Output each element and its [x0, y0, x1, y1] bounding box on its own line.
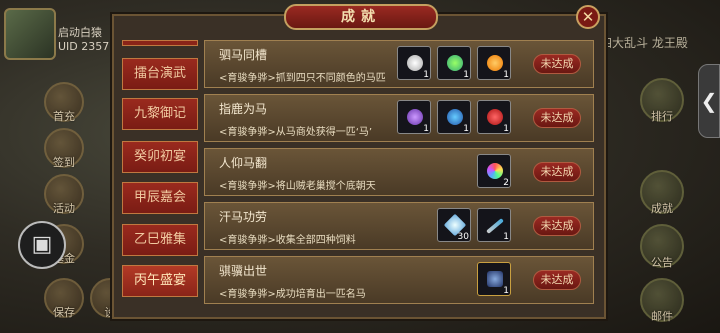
- green-fruit-icon[interactable]: 1: [437, 46, 471, 80]
- activity-button[interactable]: 活动: [44, 174, 84, 215]
- achievement-desc: <育骏争骅>抓到四只不同颜色的马匹: [219, 73, 386, 84]
- panel-title: 成就: [284, 4, 438, 30]
- tab-list-top: [122, 40, 198, 46]
- achievement-title: 汗马功劳: [219, 210, 268, 224]
- cube-menu-button[interactable]: ▣: [18, 221, 66, 269]
- reward-count: 30: [457, 232, 469, 242]
- sword-icon[interactable]: 1: [477, 208, 511, 242]
- warrior-icon[interactable]: 1: [477, 262, 511, 296]
- reward-count: 1: [423, 124, 429, 134]
- reward-count: 1: [503, 232, 509, 242]
- event-banner-text: 四大乱斗 龙王殿: [600, 36, 688, 50]
- ranking-label: 排行: [651, 110, 673, 123]
- reward-count: 1: [423, 70, 429, 80]
- tab-jiachen[interactable]: 甲辰嘉会: [122, 182, 198, 214]
- notice-button[interactable]: 公告: [640, 224, 684, 269]
- reward-count: 1: [503, 70, 509, 80]
- chevron-left-icon: ❮: [700, 89, 718, 113]
- achievement-desc: <育骏争骅>成功培育出一匹名马: [219, 289, 366, 300]
- status-badge: 未达成: [533, 108, 581, 128]
- status-badge: 未达成: [533, 216, 581, 236]
- achievement-row: 人仰马翻 <育骏争骅>将山贼老巢搅个底朝天 2 未达成: [204, 148, 594, 196]
- status-badge: 未达成: [533, 270, 581, 290]
- achievement-desc: <育骏争骅>收集全部四种饲料: [219, 235, 356, 246]
- crystal-icon[interactable]: 30: [437, 208, 471, 242]
- achievement-title: 骐骥出世: [219, 264, 268, 278]
- checkin-button[interactable]: 签到: [44, 128, 84, 169]
- achievement-title: 指鹿为马: [219, 102, 268, 116]
- achievement-title: 人仰马翻: [219, 156, 268, 170]
- mail-label: 邮件: [651, 310, 673, 323]
- status-badge: 未达成: [533, 162, 581, 182]
- reward-count: 1: [503, 286, 509, 296]
- first-charge-label: 首充: [53, 110, 75, 123]
- rainbow-orb-icon[interactable]: 2: [477, 154, 511, 188]
- purple-fruit-icon[interactable]: 1: [397, 100, 431, 134]
- reward-count: 1: [463, 70, 469, 80]
- close-button[interactable]: ✕: [576, 5, 600, 29]
- reward-count: 1: [503, 124, 509, 134]
- orange-fruit-icon[interactable]: 1: [477, 46, 511, 80]
- ranking-button[interactable]: 排行: [640, 78, 684, 123]
- tab-leitai[interactable]: 擂台演武: [122, 58, 198, 90]
- player-name: 启动白猿: [58, 26, 102, 39]
- reward-count: 2: [503, 178, 509, 188]
- checkin-label: 签到: [53, 156, 75, 169]
- white-fruit-icon[interactable]: 1: [397, 46, 431, 80]
- achievement-row: 汗马功劳 <育骏争骅>收集全部四种饲料 30 1 未达成: [204, 202, 594, 250]
- achievement-row: 指鹿为马 <育骏争骅>从马商处获得一匹‘马’ 1 1 1 未达成: [204, 94, 594, 142]
- first-charge-button[interactable]: 首充: [44, 82, 84, 123]
- save-button[interactable]: 保存: [44, 278, 84, 319]
- player-uid: UID 23571: [58, 40, 117, 53]
- mail-button[interactable]: 邮件: [640, 278, 684, 323]
- achievement-label: 成就: [651, 202, 673, 215]
- tab-jiuli[interactable]: 九黎御记: [122, 98, 198, 130]
- notice-label: 公告: [651, 256, 673, 269]
- achievement-desc: <育骏争骅>从马商处获得一匹‘马’: [219, 127, 373, 138]
- reward-count: 1: [463, 124, 469, 134]
- achievement-title: 驷马同槽: [219, 48, 268, 62]
- achievement-row: 骐骥出世 <育骏争骅>成功培育出一匹名马 1 未达成: [204, 256, 594, 304]
- achievement-button[interactable]: 成就: [640, 170, 684, 215]
- expand-drawer-button[interactable]: ❮: [698, 64, 720, 138]
- tab-guimao[interactable]: 癸卯初宴: [122, 141, 198, 173]
- cube-icon: ▣: [31, 232, 53, 257]
- achievement-desc: <育骏争骅>将山贼老巢搅个底朝天: [219, 181, 376, 192]
- blue-fruit-icon[interactable]: 1: [437, 100, 471, 134]
- status-badge: 未达成: [533, 54, 581, 74]
- close-icon: ✕: [581, 8, 595, 26]
- tab-yisi[interactable]: 乙巳雅集: [122, 224, 198, 256]
- player-avatar[interactable]: [4, 8, 56, 60]
- achievement-row: 驷马同槽 <育骏争骅>抓到四只不同颜色的马匹 1 1 1 未达成: [204, 40, 594, 88]
- tab-bingwu[interactable]: 丙午盛宴: [122, 265, 198, 297]
- save-label: 保存: [53, 306, 75, 319]
- activity-label: 活动: [53, 202, 75, 215]
- red-fruit-icon[interactable]: 1: [477, 100, 511, 134]
